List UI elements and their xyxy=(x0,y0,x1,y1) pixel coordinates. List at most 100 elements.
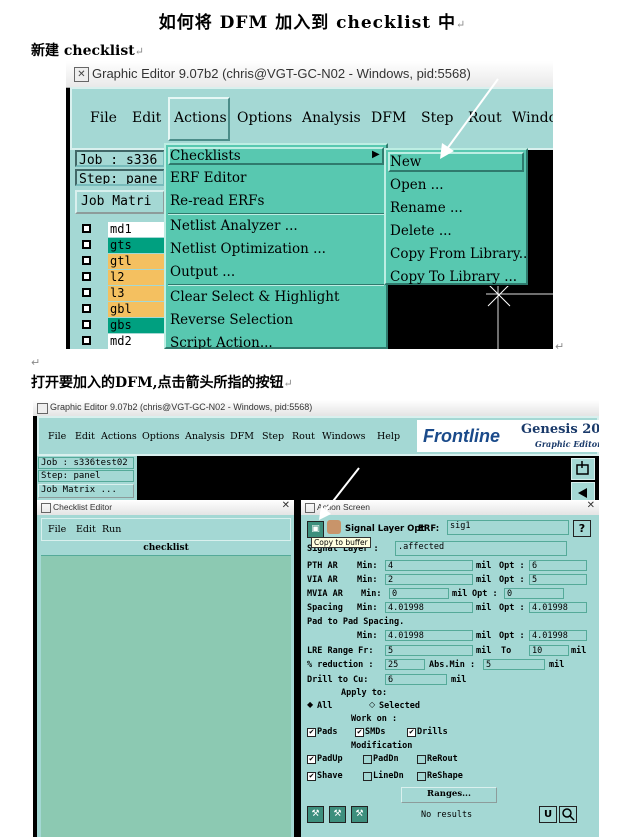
layer-checkbox[interactable] xyxy=(82,272,91,281)
spacing-min-field[interactable]: 4.01998 xyxy=(385,602,473,613)
job-matrix-button[interactable]: Job Matri xyxy=(75,190,165,214)
ptp-min-field[interactable]: 4.01998 xyxy=(385,630,473,641)
via-min-field[interactable]: 2 xyxy=(385,574,473,585)
window-titlebar[interactable]: Graphic Editor 9.07b2 (chris@VGT-GC-N02 … xyxy=(33,400,599,416)
menu-item-script-action[interactable]: Script Action... xyxy=(170,335,273,349)
menu-edit[interactable]: Edit xyxy=(76,524,96,535)
step-field[interactable]: Step: pane xyxy=(75,169,165,186)
reshape-checkbox[interactable] xyxy=(417,772,426,781)
menu-item-reverse-selection[interactable]: Reverse Selection xyxy=(170,312,293,328)
rerout-checkbox[interactable] xyxy=(417,755,426,764)
layer-row[interactable]: md1 xyxy=(76,222,168,237)
menu-file[interactable]: File xyxy=(48,431,66,442)
pth-min-field[interactable]: 4 xyxy=(385,560,473,571)
menu-file[interactable]: File xyxy=(48,524,66,535)
layer-row[interactable]: gts xyxy=(76,238,168,253)
checklist-list[interactable] xyxy=(41,542,291,837)
menu-analysis[interactable]: Analysis xyxy=(302,110,361,126)
layer-row[interactable]: l2 xyxy=(76,270,168,285)
menu-run[interactable]: Run xyxy=(102,524,121,535)
checklist-editor-titlebar[interactable]: Checklist Editor ✕ xyxy=(37,500,294,515)
layer-checkbox[interactable] xyxy=(82,224,91,233)
shave-checkbox[interactable]: ✔ xyxy=(307,772,316,781)
u-button[interactable]: U xyxy=(539,806,557,823)
layer-checkbox[interactable] xyxy=(82,320,91,329)
padup-checkbox[interactable]: ✔ xyxy=(307,755,316,764)
pads-checkbox[interactable]: ✔ xyxy=(307,728,316,737)
submenu-item-rename[interactable]: Rename ... xyxy=(390,200,463,216)
menu-window[interactable]: Window xyxy=(512,110,553,126)
job-matrix-button[interactable]: Job Matrix ... xyxy=(38,484,134,498)
paddn-checkbox[interactable] xyxy=(363,755,372,764)
layer-row[interactable]: gbs xyxy=(76,318,168,333)
reduction-field[interactable]: 25 xyxy=(385,659,425,670)
ranges-button[interactable]: Ranges... xyxy=(401,787,497,803)
menu-options[interactable]: Options xyxy=(142,431,179,442)
via-opt-field[interactable]: 5 xyxy=(529,574,587,585)
menu-file[interactable]: File xyxy=(90,110,117,126)
menu-help[interactable]: Help xyxy=(377,431,400,442)
submenu-item-copy-from-library[interactable]: Copy From Library... xyxy=(390,246,532,262)
erf-field[interactable]: sig1 xyxy=(447,520,569,535)
run-button[interactable]: ⚒ xyxy=(351,806,368,823)
run-button[interactable]: ⚒ xyxy=(307,806,324,823)
panel-button[interactable] xyxy=(571,458,595,480)
close-icon[interactable]: ✕ xyxy=(282,500,290,511)
layer-row[interactable]: gbl xyxy=(76,302,168,317)
menu-rout[interactable]: Rout xyxy=(292,431,315,442)
ptp-opt-field[interactable]: 4.01998 xyxy=(529,630,587,641)
menu-edit[interactable]: Edit xyxy=(75,431,95,442)
layer-checkbox[interactable] xyxy=(82,240,91,249)
drill-to-cu-field[interactable]: 6 xyxy=(385,674,447,685)
submenu-item-copy-to-library[interactable]: Copy To Library ... xyxy=(390,269,517,285)
menu-actions[interactable]: Actions xyxy=(174,110,227,126)
layer-checkbox[interactable] xyxy=(82,336,91,345)
menu-item-erf-editor[interactable]: ERF Editor xyxy=(170,170,247,186)
step-field[interactable]: Step: panel xyxy=(38,470,134,482)
menu-actions[interactable]: Actions xyxy=(101,431,137,442)
menu-step[interactable]: Step xyxy=(421,110,453,126)
close-icon[interactable]: ✕ xyxy=(587,500,595,511)
submenu-item-delete[interactable]: Delete ... xyxy=(390,223,452,239)
menu-dfm[interactable]: DFM xyxy=(230,431,254,442)
window-titlebar[interactable]: ✕ Graphic Editor 9.07b2 (chris@VGT-GC-N0… xyxy=(66,61,553,88)
linedn-checkbox[interactable] xyxy=(363,772,372,781)
radio-icon[interactable]: ◇ xyxy=(369,700,375,709)
layer-checkbox[interactable] xyxy=(82,256,91,265)
menu-item-netlist-analyzer[interactable]: Netlist Analyzer ... xyxy=(170,218,298,234)
signal-layer-field[interactable]: .affected xyxy=(395,541,567,556)
run-button[interactable]: ⚒ xyxy=(329,806,346,823)
submenu-item-open[interactable]: Open ... xyxy=(390,177,444,193)
abs-min-field[interactable]: 5 xyxy=(483,659,545,670)
menu-item-output[interactable]: Output ... xyxy=(170,264,235,280)
job-field[interactable]: Job : s336test02 xyxy=(38,457,134,469)
menu-options[interactable]: Options xyxy=(237,110,292,126)
job-field[interactable]: Job : s336 xyxy=(75,150,165,167)
mvia-min-field[interactable]: 0 xyxy=(389,588,449,599)
menu-item-reread-erfs[interactable]: Re-read ERFs xyxy=(170,193,264,209)
menu-analysis[interactable]: Analysis xyxy=(185,431,225,442)
menu-item-checklists[interactable]: Checklists xyxy=(170,148,241,164)
action-screen-titlebar[interactable]: Action Screen ✕ xyxy=(301,500,599,515)
menu-item-clear-select[interactable]: Clear Select & Highlight xyxy=(170,289,339,305)
pth-opt-field[interactable]: 6 xyxy=(529,560,587,571)
copy-to-buffer-button[interactable]: ▣ xyxy=(307,521,324,538)
zoom-button[interactable] xyxy=(559,806,577,823)
menu-rout[interactable]: Rout xyxy=(468,110,502,126)
layer-row[interactable]: l3 xyxy=(76,286,168,301)
lre-to-field[interactable]: 10 xyxy=(529,645,569,656)
submenu-item-new[interactable]: New xyxy=(390,154,421,170)
smds-checkbox[interactable]: ✔ xyxy=(355,728,364,737)
layer-row[interactable]: gtl xyxy=(76,254,168,269)
radio-selected-icon[interactable]: ◆ xyxy=(307,700,313,709)
layer-checkbox[interactable] xyxy=(82,304,91,313)
spacing-opt-field[interactable]: 4.01998 xyxy=(529,602,587,613)
mvia-opt-field[interactable]: 0 xyxy=(504,588,564,599)
menu-step[interactable]: Step xyxy=(262,431,284,442)
menu-dfm[interactable]: DFM xyxy=(371,110,406,126)
layer-checkbox[interactable] xyxy=(82,288,91,297)
help-button[interactable]: ? xyxy=(573,520,591,537)
menu-windows[interactable]: Windows xyxy=(322,431,366,442)
drills-checkbox[interactable]: ✔ xyxy=(407,728,416,737)
menu-edit[interactable]: Edit xyxy=(132,110,161,126)
